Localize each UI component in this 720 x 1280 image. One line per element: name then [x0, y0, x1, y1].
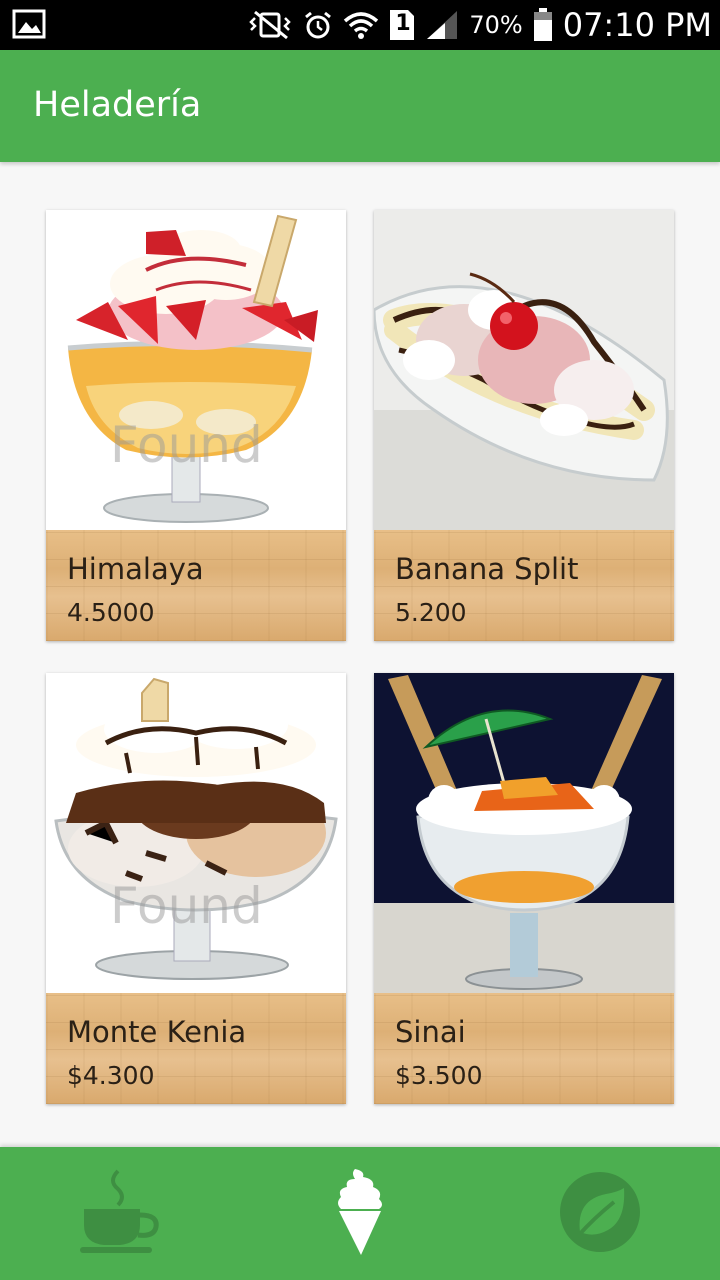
battery-percent: 70%	[469, 11, 523, 39]
product-price: $3.500	[395, 1061, 483, 1090]
nav-leaf[interactable]	[480, 1147, 720, 1280]
product-image-himalaya: Found	[46, 210, 346, 530]
bottom-navigation	[0, 1147, 720, 1280]
coffee-icon	[78, 1167, 162, 1261]
leaf-icon	[558, 1170, 642, 1258]
product-price: $4.300	[67, 1061, 155, 1090]
svg-text:Found: Found	[110, 416, 263, 474]
product-image-monte-kenia: Found	[46, 673, 346, 993]
sim-icon: 1	[389, 9, 415, 41]
vibrate-icon	[247, 10, 293, 40]
product-image-banana-split	[374, 210, 674, 530]
page-title: Heladería	[33, 85, 202, 125]
product-info: Monte Kenia $4.300	[46, 993, 346, 1104]
nav-coffee[interactable]	[0, 1147, 240, 1280]
ice-cream-icon	[335, 1167, 385, 1261]
product-name: Banana Split	[395, 552, 579, 586]
product-image-sinai	[374, 673, 674, 993]
product-price: 5.200	[395, 598, 467, 627]
product-card-sinai[interactable]: Sinai $3.500	[374, 673, 674, 1104]
sim-slot-label: 1	[395, 11, 411, 36]
signal-icon	[425, 9, 459, 41]
clock: 07:10 PM	[562, 6, 712, 44]
alarm-icon	[303, 10, 333, 40]
product-price: 4.5000	[67, 598, 155, 627]
image-icon	[12, 9, 46, 39]
app-bar: Heladería	[0, 50, 720, 162]
product-card-monte-kenia[interactable]: Found Monte Kenia $4.300	[46, 673, 346, 1104]
nav-ice-cream[interactable]	[240, 1147, 480, 1280]
product-name: Monte Kenia	[67, 1015, 247, 1049]
product-name: Sinai	[395, 1015, 466, 1049]
svg-text:Found: Found	[110, 877, 263, 935]
product-info: Sinai $3.500	[374, 993, 674, 1104]
product-name: Himalaya	[67, 552, 204, 586]
battery-icon	[533, 8, 553, 42]
status-bar: 1 70% 07:10 PM	[0, 0, 720, 50]
product-grid: Found Himalaya 4.5000 Banana Split 5.200…	[0, 162, 720, 1147]
product-info: Banana Split 5.200	[374, 530, 674, 641]
product-card-banana-split[interactable]: Banana Split 5.200	[374, 210, 674, 641]
product-card-himalaya[interactable]: Found Himalaya 4.5000	[46, 210, 346, 641]
wifi-icon	[343, 10, 379, 40]
product-info: Himalaya 4.5000	[46, 530, 346, 641]
